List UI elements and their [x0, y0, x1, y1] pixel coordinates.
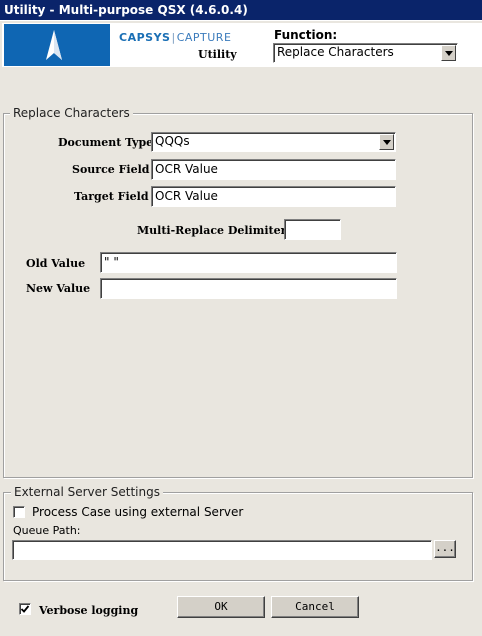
verbose-logging-checkbox[interactable]: [19, 603, 31, 615]
target-field-value: OCR Value: [155, 189, 218, 203]
delimiter-label: Multi-Replace Delimiter: [137, 224, 287, 237]
window-title-bar[interactable]: Utility - Multi-purpose QSX (4.6.0.4): [0, 0, 482, 21]
replace-characters-group-label: Replace Characters: [10, 106, 133, 120]
brand-right: CAPTURE: [176, 31, 232, 44]
old-value-label: Old Value: [26, 257, 86, 270]
cancel-button[interactable]: Cancel: [271, 596, 359, 618]
chevron-down-icon: [383, 140, 391, 145]
checkmark-icon: [20, 605, 30, 613]
document-type-select[interactable]: QQQs: [151, 132, 396, 152]
queue-path-label: Queue Path:: [13, 524, 81, 537]
queue-path-input[interactable]: [12, 540, 432, 560]
window-title: Utility - Multi-purpose QSX (4.6.0.4): [4, 3, 248, 17]
ok-button[interactable]: OK: [177, 596, 265, 618]
document-type-label: Document Type: [58, 136, 154, 149]
old-value-input[interactable]: " ": [100, 252, 397, 273]
function-label: Function:: [274, 28, 338, 42]
old-value-value: " ": [104, 255, 119, 269]
logo: [4, 24, 110, 66]
chevron-down-icon: [445, 51, 453, 56]
arrow-logo-icon: [46, 30, 62, 60]
function-dropdown-button[interactable]: [441, 45, 456, 61]
brand-left: CAPSYS: [119, 31, 171, 44]
target-field-input[interactable]: OCR Value: [151, 186, 396, 207]
browse-button[interactable]: ...: [434, 540, 456, 558]
new-value-label: New Value: [26, 282, 91, 295]
source-field-input[interactable]: OCR Value: [151, 159, 396, 180]
source-field-label: Source Field: [72, 163, 150, 176]
header-subtitle: Utility: [198, 48, 237, 61]
process-external-checkbox[interactable]: [13, 506, 25, 518]
source-field-value: OCR Value: [155, 162, 218, 176]
new-value-input[interactable]: [100, 278, 397, 299]
delimiter-input[interactable]: [284, 219, 341, 240]
function-select-value: Replace Characters: [277, 45, 394, 59]
brand-name: CAPSYS|CAPTURE: [119, 31, 232, 44]
document-type-dropdown-button[interactable]: [379, 134, 394, 150]
document-type-value: QQQs: [155, 134, 190, 148]
process-external-label: Process Case using external Server: [32, 505, 244, 519]
target-field-label: Target Field: [74, 190, 149, 203]
function-select[interactable]: Replace Characters: [273, 43, 458, 63]
verbose-logging-label: Verbose logging: [39, 604, 139, 617]
external-server-group-label: External Server Settings: [11, 485, 163, 499]
